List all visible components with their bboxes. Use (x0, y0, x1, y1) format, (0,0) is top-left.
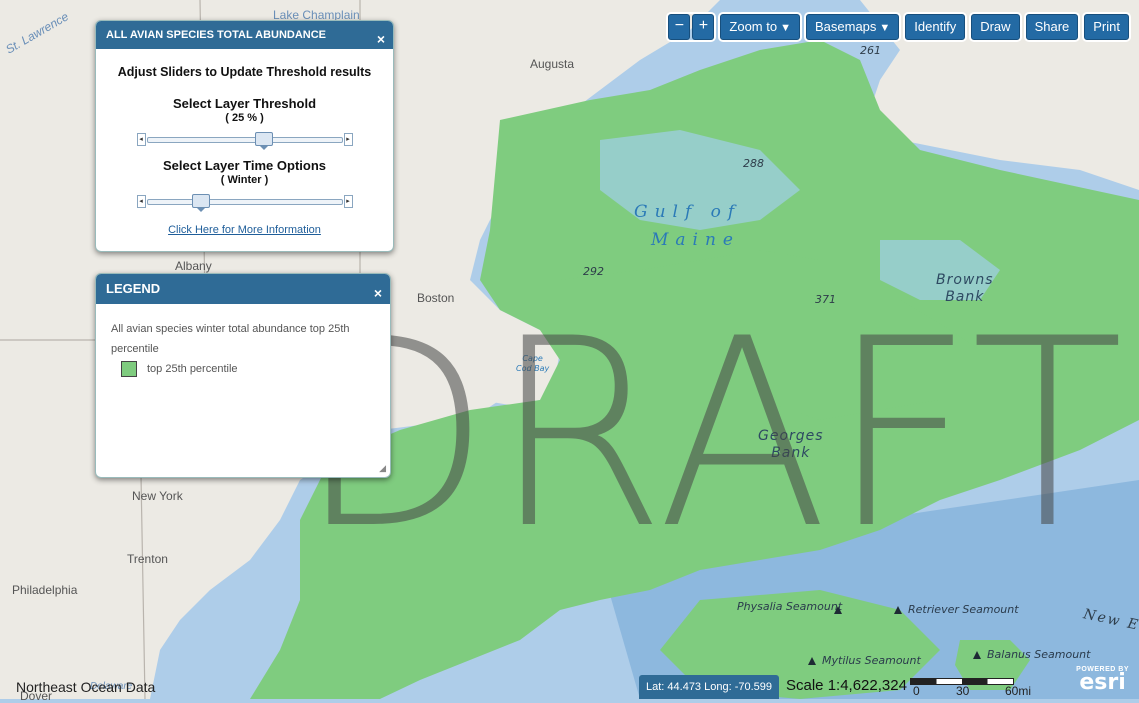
triangle-icon (894, 606, 902, 614)
zoom-out-button[interactable]: − (668, 14, 691, 40)
slider-handle[interactable] (191, 194, 210, 212)
caret-down-icon: ▼ (780, 22, 791, 34)
scale-tick-label: 30 (956, 684, 970, 698)
resize-handle-icon[interactable]: ◢ (379, 463, 386, 474)
map-label-browns-bank: Browns Bank (936, 272, 994, 305)
slider-handle[interactable] (254, 132, 273, 150)
zoom-in-button[interactable]: + (692, 14, 715, 40)
map-label-augusta: Augusta (530, 57, 575, 71)
abundance-panel-header[interactable]: ALL AVIAN SPECIES TOTAL ABUNDANCE × (96, 21, 393, 49)
share-button[interactable]: Share (1025, 14, 1079, 40)
seamount-marker-physalia (834, 603, 848, 616)
legend-panel-title: LEGEND (106, 281, 161, 296)
attribution: Northeast Ocean Data (16, 679, 156, 695)
threshold-label: Select Layer Threshold (172, 96, 317, 111)
slider-right-arrow-icon[interactable]: ▸ (343, 133, 353, 146)
legend-panel-header[interactable]: LEGEND × (96, 274, 390, 304)
slider-left-arrow-icon[interactable]: ◂ (136, 195, 146, 208)
time-options-label: Select Layer Time Options (162, 158, 327, 173)
slider-left-arrow-icon[interactable]: ◂ (136, 133, 146, 146)
threshold-value: ( 25 % ) (225, 112, 264, 124)
triangle-icon (808, 657, 816, 665)
seamount-label-physalia: Physalia Seamount (737, 600, 843, 613)
print-button[interactable]: Print (1084, 14, 1129, 40)
map-label-georges-bank: Georges Bank (758, 428, 824, 461)
abundance-panel: ALL AVIAN SPECIES TOTAL ABUNDANCE × Adju… (95, 20, 394, 252)
basemaps-button[interactable]: Basemaps ▼ (805, 14, 900, 40)
coordinates-readout: Lat: 44.473 Long: -70.599 (639, 675, 779, 699)
threshold-slider[interactable]: ◂ ▸ (136, 132, 353, 150)
map-label-boston: Boston (417, 291, 455, 305)
draw-button[interactable]: Draw (971, 14, 1020, 40)
map-label-trenton: Trenton (127, 552, 168, 566)
esri-wordmark: esri (1079, 670, 1126, 695)
time-options-value: ( Winter ) (220, 174, 269, 186)
triangle-icon (973, 651, 981, 659)
map-label-cape-cod-bay: Cape Cod Bay (516, 354, 550, 373)
legend-description: All avian species winter total abundance… (111, 323, 350, 355)
identify-button[interactable]: Identify (905, 14, 966, 40)
depth-label: 261 (860, 44, 881, 57)
legend-panel: LEGEND × All avian species winter total … (95, 273, 391, 478)
seamount-label-balanus: Balanus Seamount (973, 648, 1090, 661)
map-label-philadelphia: Philadelphia (12, 583, 78, 597)
map-label-new-york: New York (132, 489, 183, 503)
depth-label: 371 (815, 293, 836, 306)
slider-track[interactable] (146, 199, 343, 205)
time-slider[interactable]: ◂ ▸ (136, 194, 353, 212)
map-label-gulf-of: Gulf of (634, 202, 742, 222)
depth-label: 292 (583, 265, 604, 278)
legend-swatch (121, 361, 137, 377)
close-icon[interactable]: × (374, 278, 382, 308)
zoom-controls: − + (668, 14, 715, 40)
scale-readout: Scale 1:4,622,324 (786, 677, 907, 694)
slider-track[interactable] (146, 137, 343, 143)
triangle-icon (834, 606, 842, 614)
map-label-albany: Albany (175, 259, 212, 273)
zoom-to-button[interactable]: Zoom to ▼ (720, 14, 800, 40)
legend-item: top 25th percentile (96, 361, 390, 377)
slider-right-arrow-icon[interactable]: ▸ (343, 195, 353, 208)
map-toolbar: − + Zoom to ▼ Basemaps ▼ Identify Draw Sha… (668, 14, 1129, 40)
zoom-to-label: Zoom to (729, 19, 778, 34)
map-label-maine: Maine (651, 230, 740, 250)
slider-instructions: Adjust Sliders to Update Threshold resul… (117, 65, 372, 79)
abundance-panel-title: ALL AVIAN SPECIES TOTAL ABUNDANCE (106, 29, 327, 41)
basemaps-label: Basemaps (814, 19, 877, 34)
seamount-label-retriever: Retriever Seamount (894, 603, 1019, 616)
scale-tick-label: 60mi (1005, 684, 1032, 698)
more-info-link[interactable]: Click Here for More Information (96, 224, 393, 236)
scale-tick-label: 0 (913, 684, 920, 698)
seamount-label-mytilus: Mytilus Seamount (808, 654, 921, 667)
caret-down-icon: ▼ (879, 22, 891, 34)
close-icon[interactable]: × (377, 25, 385, 53)
legend-item-label: top 25th percentile (147, 363, 238, 375)
esri-logo[interactable]: POWERED BY esri (1076, 666, 1129, 695)
depth-label: 288 (743, 157, 764, 170)
